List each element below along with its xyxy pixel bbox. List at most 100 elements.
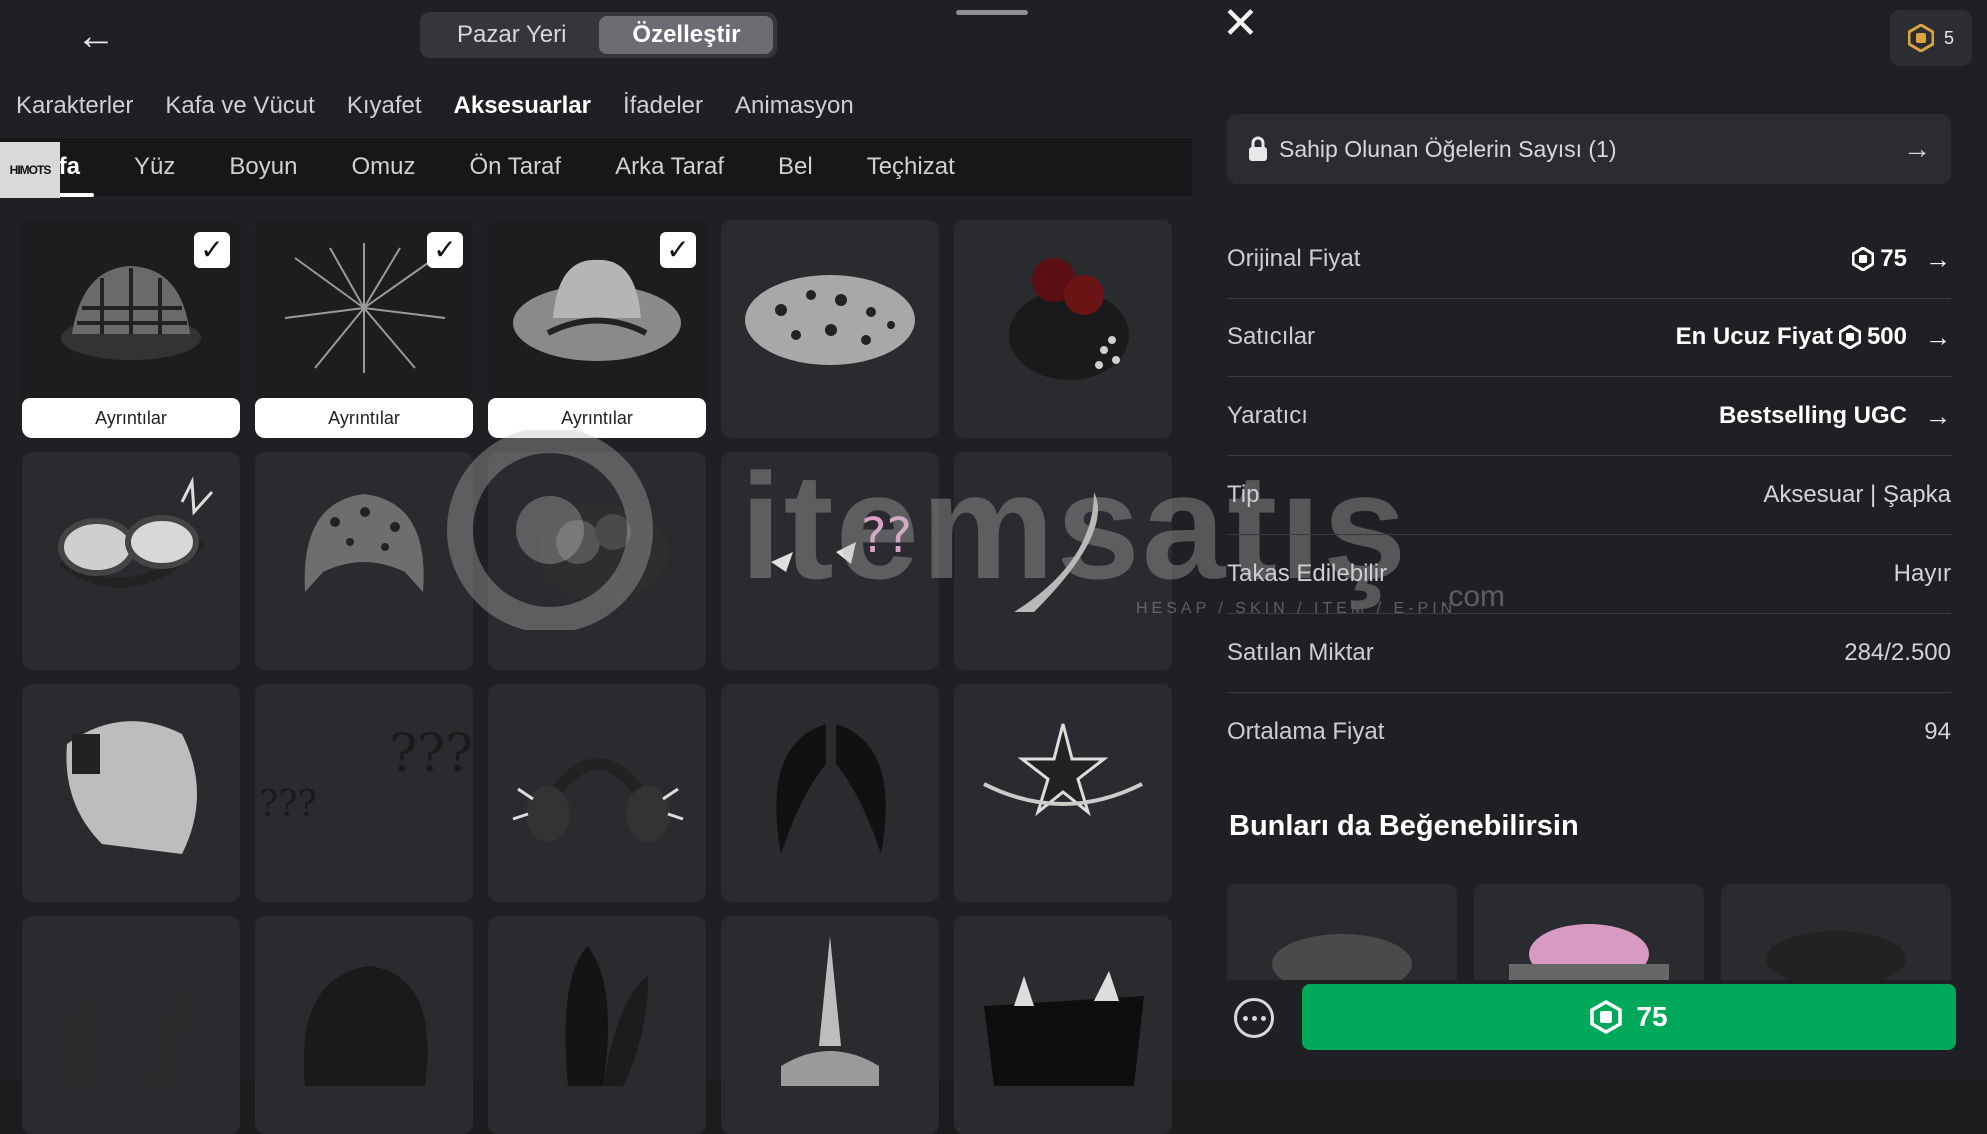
- tab-accessories[interactable]: Aksesuarlar: [454, 90, 591, 122]
- buy-button[interactable]: 75: [1302, 984, 1956, 1050]
- tab-customize[interactable]: Özelleştir: [599, 16, 774, 54]
- avg-price-label: Ortalama Fiyat: [1227, 718, 1385, 745]
- owned-items-label: Sahip Olunan Öğelerin Sayısı (1): [1279, 135, 1617, 162]
- item-card[interactable]: [488, 684, 706, 902]
- subcategory-tabs: Kafa Yüz Boyun Omuz Ön Taraf Arka Taraf …: [0, 138, 1192, 197]
- recommended-item[interactable]: [1721, 884, 1951, 980]
- item-card[interactable]: [954, 684, 1172, 902]
- item-card[interactable]: [954, 220, 1172, 438]
- owned-items-button[interactable]: Sahip Olunan Öğelerin Sayısı (1) →: [1227, 114, 1951, 184]
- cheapest-price-value: 500: [1866, 323, 1907, 350]
- item-card[interactable]: [22, 916, 240, 1134]
- tab-characters[interactable]: Karakterler: [16, 90, 133, 122]
- robux-icon: [1590, 1000, 1623, 1034]
- sold-label: Satılan Miktar: [1227, 639, 1374, 666]
- overlay-tag: HIMOTS: [0, 142, 60, 198]
- item-card[interactable]: [22, 684, 240, 902]
- close-icon[interactable]: ✕: [1222, 2, 1266, 46]
- subtab-waist[interactable]: Bel: [778, 153, 813, 181]
- item-card[interactable]: ✓ Ayrıntılar: [22, 220, 240, 438]
- details-button[interactable]: Ayrıntılar: [488, 398, 706, 438]
- item-card[interactable]: [721, 220, 939, 438]
- spiked-headphones-icon: [512, 758, 684, 842]
- lock-icon: [1249, 136, 1267, 161]
- item-card[interactable]: [255, 916, 473, 1134]
- tab-emotes[interactable]: İfadeler: [623, 90, 703, 122]
- item-card[interactable]: [721, 684, 939, 902]
- buy-price: 75: [1636, 1001, 1668, 1032]
- question-marks-small: ???: [259, 784, 317, 825]
- rose-hat-icon: [1009, 258, 1129, 380]
- sold-value: 284/2.500: [1844, 639, 1951, 666]
- type-label: Tip: [1227, 481, 1260, 508]
- question-horns-icon: ??: [771, 508, 912, 572]
- robux-icon: [1907, 24, 1934, 52]
- trapper-hat-icon: [304, 494, 424, 592]
- drag-handle[interactable]: [956, 10, 1028, 15]
- arrow-right-icon: →: [1925, 400, 1951, 431]
- details-button[interactable]: Ayrıntılar: [255, 398, 473, 438]
- more-options-icon[interactable]: [1234, 998, 1274, 1038]
- item-card[interactable]: ??? ???: [255, 684, 473, 902]
- checkmark-icon[interactable]: ✓: [660, 232, 696, 268]
- item-card[interactable]: ✓ Ayrıntılar: [488, 220, 706, 438]
- robux-icon: [1852, 247, 1875, 271]
- item-card[interactable]: [954, 916, 1172, 1134]
- black-wings-icon: [776, 724, 886, 854]
- black-beret-icon: [1766, 931, 1906, 980]
- tab-head-body[interactable]: Kafa ve Vücut: [165, 90, 314, 122]
- item-card[interactable]: [488, 916, 706, 1134]
- creator-row[interactable]: Yaratıcı Bestselling UGC →: [1227, 377, 1951, 456]
- arrow-right-icon: →: [1925, 321, 1951, 352]
- item-card[interactable]: [954, 452, 1172, 670]
- sold-row: Satılan Miktar 284/2.500: [1227, 614, 1951, 693]
- cheapest-price-prefix: En Ucuz Fiyat: [1675, 323, 1833, 350]
- subtab-back[interactable]: Arka Taraf: [615, 153, 724, 181]
- dark-horns-icon: [69, 986, 197, 1086]
- robux-balance-value: 5: [1943, 27, 1954, 48]
- original-price-row[interactable]: Orijinal Fiyat 75 →: [1227, 220, 1951, 299]
- checkmark-icon[interactable]: ✓: [427, 232, 463, 268]
- tab-clothing[interactable]: Kıyafet: [347, 90, 422, 122]
- subtab-face[interactable]: Yüz: [134, 153, 175, 181]
- creator-value: Bestselling UGC: [1718, 402, 1907, 429]
- item-card[interactable]: [488, 452, 706, 670]
- back-arrow-icon[interactable]: ←: [76, 16, 122, 56]
- recommended-item[interactable]: [1227, 884, 1457, 980]
- item-card[interactable]: [22, 452, 240, 670]
- tradable-label: Takas Edilebilir: [1227, 560, 1388, 587]
- subtab-gear[interactable]: Teçhizat: [867, 153, 955, 181]
- spiked-hat-icon: [984, 971, 1144, 1086]
- tab-marketplace[interactable]: Pazar Yeri: [424, 16, 599, 54]
- avg-price-value: 94: [1924, 718, 1951, 745]
- star-tiara-icon: [983, 723, 1143, 817]
- type-value: Aksesuar | Şapka: [1763, 481, 1951, 508]
- mode-switch: Pazar Yeri Özelleştir: [420, 12, 778, 58]
- creator-label: Yaratıcı: [1227, 402, 1308, 429]
- item-card[interactable]: [255, 452, 473, 670]
- recommendations-title: Bunları da Beğenebilirsin: [1229, 810, 1579, 842]
- subtab-front[interactable]: Ön Taraf: [469, 153, 561, 181]
- details-button[interactable]: Ayrıntılar: [22, 398, 240, 438]
- recommended-item[interactable]: [1474, 884, 1704, 980]
- item-card[interactable]: [721, 916, 939, 1134]
- robux-balance[interactable]: 5: [1890, 10, 1972, 66]
- leopard-beret-icon: [745, 275, 915, 365]
- subtab-neck[interactable]: Boyun: [229, 153, 297, 181]
- subtab-shoulder[interactable]: Omuz: [351, 153, 415, 181]
- tradable-value: Hayır: [1893, 560, 1951, 587]
- original-price-value: 75: [1880, 245, 1907, 272]
- arrow-right-icon: →: [1925, 243, 1951, 274]
- pink-beret-icon: [1509, 924, 1669, 980]
- tradable-row: Takas Edilebilir Hayır: [1227, 535, 1951, 614]
- dark-hair-icon: [303, 966, 428, 1086]
- item-card[interactable]: ??: [721, 452, 939, 670]
- tab-animation[interactable]: Animasyon: [735, 90, 854, 122]
- dark-flower-hat-icon: [538, 504, 668, 600]
- checkmark-icon[interactable]: ✓: [194, 232, 230, 268]
- sellers-row[interactable]: Satıcılar En Ucuz Fiyat 500 →: [1227, 298, 1951, 377]
- goggles-icon: [58, 476, 214, 588]
- arrow-right-icon: →: [1903, 133, 1931, 164]
- type-row: Tip Aksesuar | Şapka: [1227, 456, 1951, 535]
- item-card[interactable]: ✓ Ayrıntılar: [255, 220, 473, 438]
